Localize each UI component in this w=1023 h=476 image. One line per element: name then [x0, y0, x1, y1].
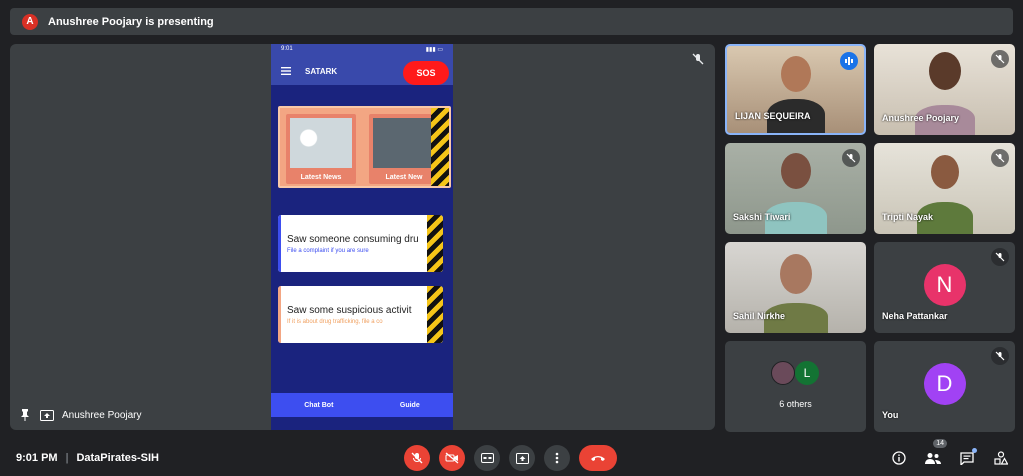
pin-icon[interactable] [18, 408, 32, 422]
participant-tile-sahil[interactable]: Sahil Nirkhe [725, 242, 866, 333]
people-count-badge: 14 [933, 439, 947, 448]
leave-call-button[interactable] [579, 445, 617, 471]
meeting-details-button[interactable] [889, 448, 909, 468]
participant-name: Tripti Nayak [882, 212, 934, 222]
news-image-person [373, 118, 435, 168]
more-options-button[interactable] [544, 445, 570, 471]
phone-status-bar: 9:01 ▮▮▮ ▭ [271, 44, 453, 57]
chat-button[interactable] [957, 448, 977, 468]
card-accent-bar [278, 286, 281, 343]
clock-time: 9:01 PM [16, 452, 58, 464]
presenter-footer: Anushree Poojary [18, 408, 142, 422]
participant-tile-others[interactable]: L 6 others [725, 341, 866, 432]
news-image-pills [290, 118, 352, 168]
mic-off-icon [991, 50, 1009, 68]
presentation-tile[interactable]: 9:01 ▮▮▮ ▭ SATARK SOS Latest News Latest… [10, 44, 715, 430]
participant-tile-neha[interactable]: N Neha Pattankar [874, 242, 1015, 333]
captions-button[interactable] [474, 445, 500, 471]
nav-chat-bot: Chat Bot [304, 401, 334, 409]
news-card-1: Latest News [286, 114, 356, 184]
hamburger-menu-icon [281, 67, 291, 75]
hazard-stripe [427, 215, 443, 272]
participant-face [779, 254, 812, 294]
participant-name: Anushree Poojary [882, 113, 960, 123]
info-icon [892, 451, 906, 465]
other-participant-thumb [771, 361, 795, 385]
report-consumption-card: Saw someone consuming dru File a complai… [278, 215, 443, 272]
participant-name: Sahil Nirkhe [733, 311, 786, 321]
participant-face [928, 52, 961, 90]
divider: | [65, 452, 69, 464]
participant-name: Sakshi Tiwari [733, 212, 791, 222]
phone-time: 9:01 [281, 46, 293, 52]
right-controls: 14 [889, 439, 1011, 468]
participant-tile-sakshi[interactable]: Sakshi Tiwari [725, 143, 866, 234]
phone-signal-icon: ▮▮▮ ▭ [425, 47, 443, 53]
chat-icon [960, 451, 974, 465]
meeting-name: DataPirates-SIH [76, 452, 159, 464]
phone-app-bar: SATARK SOS [271, 57, 453, 85]
news-label-1: Latest News [300, 174, 342, 181]
news-label-2: Latest New [385, 174, 423, 181]
participant-tile-you[interactable]: D You [874, 341, 1015, 432]
card-accent-bar [278, 215, 281, 272]
participant-name: LIJAN SEQUEIRA [735, 111, 811, 121]
present-button[interactable] [509, 445, 535, 471]
present-screen-icon [515, 452, 529, 464]
participant-tile-anushree[interactable]: Anushree Poojary [874, 44, 1015, 135]
app-title: SATARK [305, 66, 338, 76]
camera-off-icon [445, 452, 459, 464]
meeting-control-bar: 9:01 PM | DataPirates-SIH 14 [0, 439, 1023, 476]
mic-toggle-button[interactable] [404, 445, 430, 471]
mic-off-icon [411, 452, 423, 464]
card1-subtitle: File a complaint if you are sure [287, 248, 369, 254]
people-icon [925, 453, 941, 464]
card2-subtitle: If it is about drug trafficking, file a … [287, 319, 383, 325]
shared-screen-phone: 9:01 ▮▮▮ ▭ SATARK SOS Latest News Latest… [271, 44, 453, 430]
other-participant-avatar: L [795, 361, 819, 385]
present-screen-icon [40, 408, 54, 422]
speaking-indicator-icon [840, 52, 858, 70]
participant-name: You [882, 410, 899, 420]
unread-dot [972, 448, 977, 453]
hazard-stripe [427, 286, 443, 343]
mic-off-icon [842, 149, 860, 167]
participant-face [780, 56, 811, 92]
participant-name: Neha Pattankar [882, 311, 948, 321]
participant-face [930, 155, 959, 189]
news-card-2: Latest New [369, 114, 439, 184]
people-button[interactable]: 14 [923, 439, 947, 468]
closed-captions-icon [480, 453, 494, 463]
meeting-info: 9:01 PM | DataPirates-SIH [16, 452, 159, 464]
phone-bottom-nav: Chat Bot Guide [271, 393, 453, 417]
card2-title: Saw some suspicious activit [287, 305, 412, 316]
participant-avatar: N [923, 264, 966, 306]
presenter-name: Anushree Poojary [62, 409, 142, 421]
more-vert-icon [555, 452, 559, 464]
mic-off-icon [692, 53, 704, 65]
activities-button[interactable] [991, 448, 1011, 468]
others-count-label: 6 others [779, 399, 812, 409]
presenting-text: Anushree Poojary is presenting [48, 15, 214, 28]
camera-toggle-button[interactable] [439, 445, 465, 471]
presenting-banner: A Anushree Poojary is presenting [10, 8, 1013, 35]
latest-news-section: Latest News Latest New [278, 106, 451, 188]
participant-tile-lijan[interactable]: LIJAN SEQUEIRA [725, 44, 866, 135]
hazard-stripe [431, 108, 449, 186]
mic-off-icon [991, 347, 1009, 365]
participant-face [780, 153, 811, 189]
participant-avatar: D [923, 363, 966, 405]
card1-title: Saw someone consuming dru [287, 234, 419, 245]
presenter-avatar: A [22, 13, 38, 30]
participant-tile-tripti[interactable]: Tripti Nayak [874, 143, 1015, 234]
call-end-icon [591, 456, 605, 461]
mic-off-icon [991, 248, 1009, 266]
report-suspicious-card: Saw some suspicious activit If it is abo… [278, 286, 443, 343]
call-controls [404, 445, 617, 471]
activities-icon [994, 451, 1008, 465]
nav-guide: Guide [399, 401, 420, 409]
sos-button: SOS [403, 61, 449, 85]
mic-off-icon [991, 149, 1009, 167]
